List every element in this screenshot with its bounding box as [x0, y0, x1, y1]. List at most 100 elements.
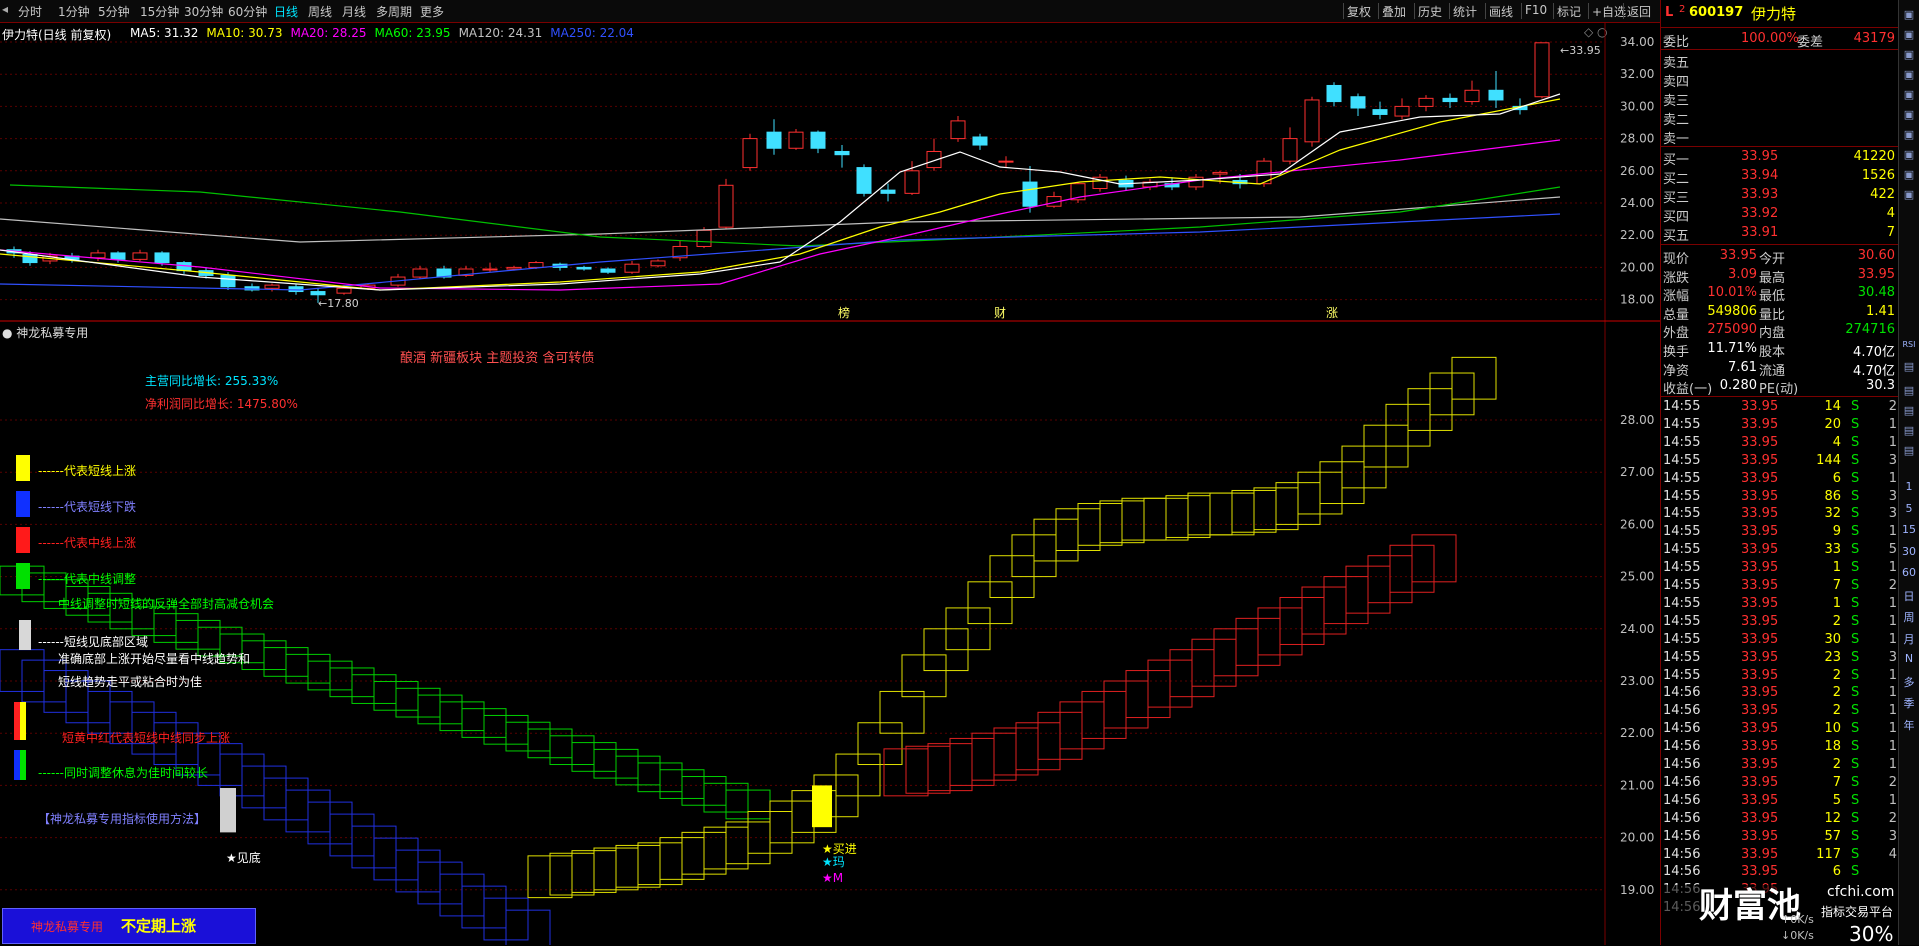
tick-time: 14:55: [1663, 452, 1701, 468]
side-tool-icon[interactable]: ▣: [1901, 108, 1917, 121]
side-period-button[interactable]: 1: [1901, 480, 1917, 493]
period-tab[interactable]: 1分钟: [58, 3, 90, 20]
stat-value: 275090: [1707, 322, 1757, 338]
period-tab[interactable]: 周线: [308, 3, 332, 20]
side-period-button[interactable]: 多: [1901, 674, 1917, 690]
side-indicator-icon[interactable]: ▤: [1901, 444, 1917, 457]
period-tab[interactable]: 更多: [420, 3, 444, 20]
side-indicator-icon[interactable]: ▤: [1901, 424, 1917, 437]
side-tool-icon[interactable]: ▣: [1901, 48, 1917, 61]
buy-level-volume: 41220: [1853, 149, 1895, 164]
tick-volume: 2: [1832, 613, 1841, 629]
toolbar-action-button[interactable]: 画线: [1489, 3, 1513, 20]
bottom-banner: 神龙私募专用 不定期上涨: [2, 908, 256, 944]
side-period-button[interactable]: 年: [1901, 717, 1917, 733]
buy-level-volume: 4: [1886, 206, 1895, 221]
toolbar-action-button[interactable]: 复权: [1347, 3, 1371, 20]
yellow-boxes: [527, 356, 1497, 899]
tick-count: 3: [1888, 649, 1897, 665]
period-tab[interactable]: 月线: [342, 3, 366, 20]
side-tool-icon[interactable]: ▣: [1901, 88, 1917, 101]
side-tool-icon[interactable]: ▣: [1901, 188, 1917, 201]
toolbar-action-button[interactable]: +自选: [1592, 3, 1626, 20]
period-tab[interactable]: 5分钟: [98, 3, 130, 20]
side-period-button[interactable]: 60: [1901, 566, 1917, 579]
toolbar-action-button[interactable]: 标记: [1557, 3, 1581, 20]
indicator-chart[interactable]: 28.00 27.00 26.00 25.00 24.00 23.00 22.00 21.00…: [0, 322, 1660, 945]
kline-candle: [810, 130, 826, 154]
side-tool-icon[interactable]: ▣: [1901, 148, 1917, 161]
side-period-button[interactable]: RSI: [1901, 340, 1917, 349]
kline-candle: [600, 267, 616, 274]
tick-time: 14:56: [1663, 864, 1701, 880]
ind-y-tick-label: 26.00: [1620, 517, 1654, 531]
kline-candle: [264, 283, 280, 292]
side-period-button[interactable]: 5: [1901, 502, 1917, 515]
period-tab[interactable]: 分时: [18, 3, 42, 20]
side-period-button[interactable]: 15: [1901, 523, 1917, 536]
tick-side: S: [1851, 846, 1860, 862]
tick-time: 14:56: [1663, 703, 1701, 719]
side-tool-icon[interactable]: ▣: [1901, 128, 1917, 141]
side-tool-icon[interactable]: ▣: [1901, 68, 1917, 81]
tick-time: 14:56: [1663, 828, 1701, 844]
toolbar-action-button[interactable]: 返回: [1627, 3, 1651, 20]
toolbar-action-button[interactable]: 叠加: [1382, 3, 1406, 20]
tick-count: 1: [1888, 703, 1897, 719]
side-tool-icon[interactable]: ▣: [1901, 28, 1917, 41]
ind-y-tick-label: 28.00: [1620, 413, 1654, 427]
menu-arrow-icon[interactable]: ◂: [2, 2, 8, 16]
stock-code: 600197: [1689, 5, 1744, 20]
toolbar-action-button[interactable]: F10: [1525, 3, 1547, 17]
toolbar-action-button[interactable]: 历史: [1418, 3, 1442, 20]
kline-candle: [1326, 82, 1342, 107]
toolbar-action-button[interactable]: 统计: [1453, 3, 1477, 20]
event-marker[interactable]: 榜: [838, 305, 850, 320]
signal-m: ★M: [822, 871, 844, 885]
kline-chart[interactable]: 伊力特(日线 前复权) MA5: 31.32 MA10: 30.73 MA20: 2…: [0, 22, 1660, 322]
stat-label: 总量: [1663, 307, 1690, 323]
period-tab[interactable]: 30分钟: [184, 3, 223, 20]
period-tab[interactable]: 日线: [274, 3, 298, 20]
period-tab[interactable]: 多周期: [376, 3, 412, 20]
tick-row: 14:55 33.95 1 S 1: [1661, 595, 1899, 613]
tick-row: 14:55 33.95 9 S 1: [1661, 523, 1899, 541]
tick-row: 14:55 33.95 7 S 2: [1661, 577, 1899, 595]
tick-volume: 14: [1824, 399, 1841, 414]
period-tab[interactable]: 15分钟: [140, 3, 179, 20]
event-marker[interactable]: 涨: [1326, 305, 1338, 320]
stat-value: 30.60: [1857, 248, 1895, 263]
tick-row: 14:56 33.95 2 S 1: [1661, 684, 1899, 702]
kline-candle: [1442, 93, 1458, 109]
sell-level-label: 卖一: [1663, 132, 1690, 147]
side-period-button[interactable]: N: [1901, 652, 1917, 665]
tick-volume: 9: [1832, 524, 1841, 540]
tick-volume: 12: [1824, 810, 1841, 826]
tick-time: 14:56: [1663, 757, 1701, 772]
tick-count: 1: [1888, 685, 1897, 701]
side-period-button[interactable]: 日: [1901, 588, 1917, 604]
side-period-button[interactable]: 季: [1901, 695, 1917, 711]
tick-side: S: [1851, 578, 1860, 593]
stat-value: 10.01%: [1707, 285, 1757, 301]
sell-level-row: 卖二: [1661, 108, 1899, 128]
side-tool-icon[interactable]: ▣: [1901, 168, 1917, 181]
status-percent: 30%: [1849, 922, 1894, 946]
event-marker[interactable]: 财: [994, 306, 1006, 320]
side-tool-icon[interactable]: ▣: [1901, 8, 1917, 21]
tick-price: 33.95: [1741, 399, 1779, 414]
side-indicator-icon[interactable]: ▤: [1901, 404, 1917, 417]
tick-count: 2: [1888, 578, 1897, 593]
ind-y-tick-label: 23.00: [1620, 674, 1654, 688]
period-tab[interactable]: 60分钟: [228, 3, 267, 20]
usage-link[interactable]: 【神龙私募专用指标使用方法】: [38, 810, 206, 827]
tick-price: 33.95: [1741, 434, 1779, 450]
side-period-button[interactable]: 30: [1901, 545, 1917, 558]
stat-value: 1.41: [1866, 303, 1895, 319]
side-period-button[interactable]: 周: [1901, 609, 1917, 625]
side-period-button[interactable]: 月: [1901, 631, 1917, 647]
tick-price: 33.95: [1741, 685, 1779, 701]
side-indicator-icon[interactable]: ▤: [1901, 360, 1917, 373]
side-indicator-icon[interactable]: ▤: [1901, 384, 1917, 397]
tick-side: S: [1851, 703, 1860, 719]
